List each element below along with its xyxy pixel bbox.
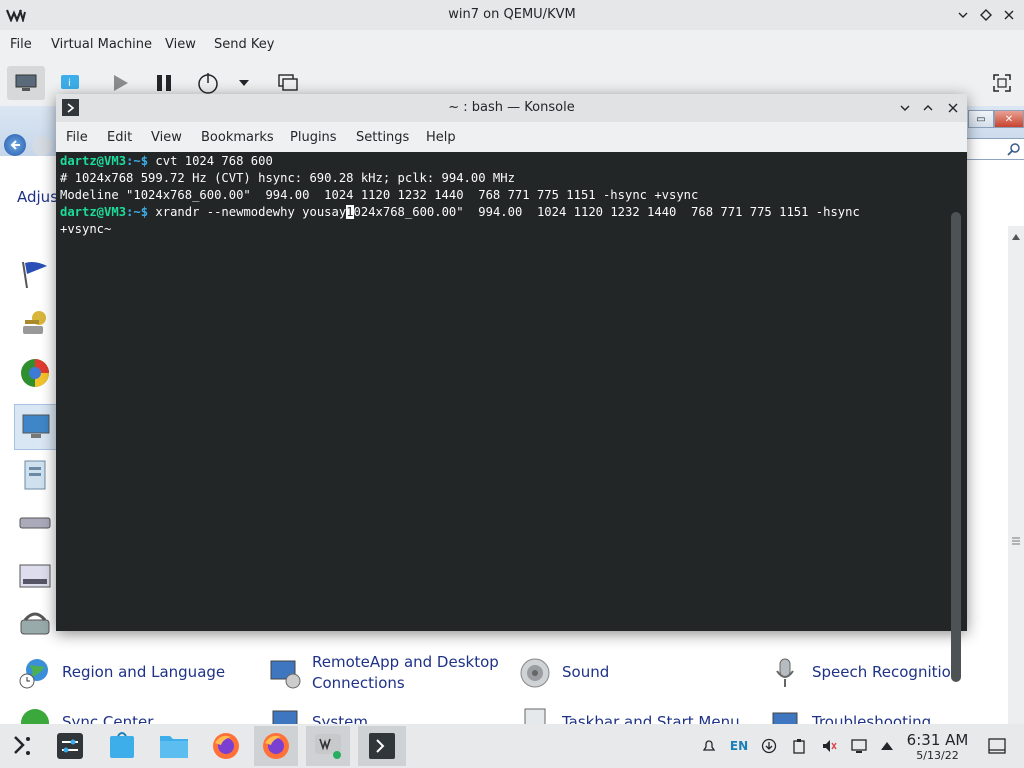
konsole-menu-plugins[interactable]: Plugins (290, 130, 337, 145)
display-icon[interactable] (14, 404, 58, 450)
terminal-output[interactable]: dartz@VM3:~$ cvt 1024 768 600 # 1024x768… (56, 152, 967, 682)
globe-clock-icon[interactable] (18, 656, 52, 690)
konsole-menu-settings[interactable]: Settings (356, 130, 409, 145)
taskbar-icon[interactable] (518, 706, 552, 724)
vm-menubar: File Virtual Machine View Send Key (0, 30, 1024, 58)
system-icon[interactable] (268, 706, 302, 724)
vm-titlebar: win7 on QEMU/KVM (0, 0, 1024, 30)
phone-modem-icon[interactable] (18, 606, 52, 640)
guest-maximize-icon[interactable]: ▭ (968, 110, 994, 128)
cp-remoteapp[interactable]: RemoteApp and Desktop Connections (312, 652, 502, 694)
cp-troubleshooting[interactable]: Troubleshooting (812, 712, 931, 724)
maximize-icon[interactable] (977, 6, 995, 24)
minimize-icon[interactable] (954, 6, 972, 24)
konsole-menu-view[interactable]: View (151, 130, 182, 145)
firefox-icon[interactable] (204, 726, 248, 766)
action-center-flag-icon[interactable] (18, 258, 52, 292)
terminal-line: +vsync~ (60, 222, 112, 236)
konsole-maximize-icon[interactable] (919, 99, 937, 117)
close-icon[interactable] (1000, 6, 1018, 24)
clipboard-icon[interactable] (790, 737, 808, 755)
konsole-menu-edit[interactable]: Edit (107, 130, 132, 145)
show-desktop-icon[interactable] (988, 737, 1006, 755)
konsole-titlebar[interactable]: ~ : bash — Konsole (56, 94, 967, 122)
remote-desktop-icon[interactable] (268, 656, 302, 690)
vm-window-title: win7 on QEMU/KVM (448, 7, 576, 22)
speaker-icon[interactable] (518, 656, 552, 690)
clock-time[interactable]: 6:31 AM (900, 731, 975, 749)
cp-sync-center[interactable]: Sync Center (62, 712, 153, 724)
fullscreen-icon[interactable] (986, 66, 1018, 100)
guest-close-icon[interactable]: ✕ (994, 110, 1024, 128)
menu-view[interactable]: View (165, 37, 196, 52)
menu-file[interactable]: File (10, 37, 32, 52)
terminal-line: # 1024x768 599.72 Hz (CVT) hsync: 690.28… (60, 171, 515, 185)
cp-speech-recognition[interactable]: Speech Recognition (812, 662, 960, 683)
konsole-window[interactable]: ~ : bash — Konsole File Edit View Bookma… (56, 94, 967, 682)
menu-send-key[interactable]: Send Key (214, 37, 274, 52)
konsole-minimize-icon[interactable] (896, 99, 914, 117)
terminal-command-line: dartz@VM3:~$ xrandr --newmodewhy yousay1… (60, 205, 860, 219)
sync-icon[interactable] (18, 706, 52, 724)
cp-system[interactable]: System (312, 712, 368, 724)
file-manager-icon[interactable] (152, 726, 196, 766)
discover-icon[interactable] (100, 726, 144, 766)
terminal-scrollbar[interactable] (951, 212, 961, 682)
cp-taskbar-start-menu[interactable]: Taskbar and Start Menu (562, 712, 740, 724)
updates-icon[interactable] (760, 737, 778, 755)
firefox-active-task-icon[interactable] (254, 726, 298, 766)
host-taskbar: EN 6:31 AM 5/13/22 (0, 724, 1024, 768)
konsole-menu-bookmarks[interactable]: Bookmarks (201, 130, 274, 145)
default-programs-icon[interactable] (18, 356, 52, 390)
guest-forward-arrow-icon[interactable] (32, 136, 52, 156)
konsole-task-icon[interactable] (358, 726, 406, 766)
notification-icons-icon[interactable] (18, 559, 52, 593)
konsole-menubar: File Edit View Bookmarks Plugins Setting… (56, 122, 967, 152)
app-launcher-icon[interactable] (0, 726, 44, 766)
troubleshooting-icon[interactable] (768, 706, 802, 724)
credential-keys-icon[interactable] (18, 306, 52, 340)
konsole-menu-file[interactable]: File (66, 130, 88, 145)
console-view-button[interactable] (7, 66, 45, 100)
terminal-line: Modeline "1024x768_600.00" 994.00 1024 1… (60, 188, 699, 202)
virt-manager-task-icon[interactable] (306, 726, 350, 766)
guest-page-heading: Adjus (17, 188, 59, 206)
menu-virtual-machine[interactable]: Virtual Machine (51, 37, 152, 52)
folder-options-icon[interactable] (18, 458, 52, 492)
konsole-title: ~ : bash — Konsole (448, 100, 575, 115)
terminal-line: dartz@VM3:~$ cvt 1024 768 600 (60, 154, 273, 168)
cp-sound[interactable]: Sound (562, 662, 609, 683)
konsole-menu-help[interactable]: Help (426, 130, 456, 145)
guest-search-input[interactable] (966, 138, 1024, 160)
clock-date[interactable]: 5/13/22 (900, 749, 975, 762)
notifications-icon[interactable] (700, 737, 718, 755)
microphone-icon[interactable] (768, 656, 802, 690)
show-hidden-icons-chevron-up-icon[interactable] (878, 737, 896, 755)
konsole-close-icon[interactable] (944, 99, 962, 117)
guest-back-arrow-icon[interactable] (4, 134, 26, 156)
keyboard-icon[interactable] (18, 506, 52, 540)
guest-scrollbar[interactable] (1008, 226, 1024, 724)
svg-text:i: i (68, 78, 71, 89)
cp-region-and-language[interactable]: Region and Language (62, 662, 225, 683)
network-icon[interactable] (850, 737, 868, 755)
terminal-cursor: 1 (346, 205, 354, 219)
keyboard-layout-indicator[interactable]: EN (728, 737, 750, 755)
system-settings-icon[interactable] (48, 726, 92, 766)
volume-muted-icon[interactable] (820, 737, 838, 755)
